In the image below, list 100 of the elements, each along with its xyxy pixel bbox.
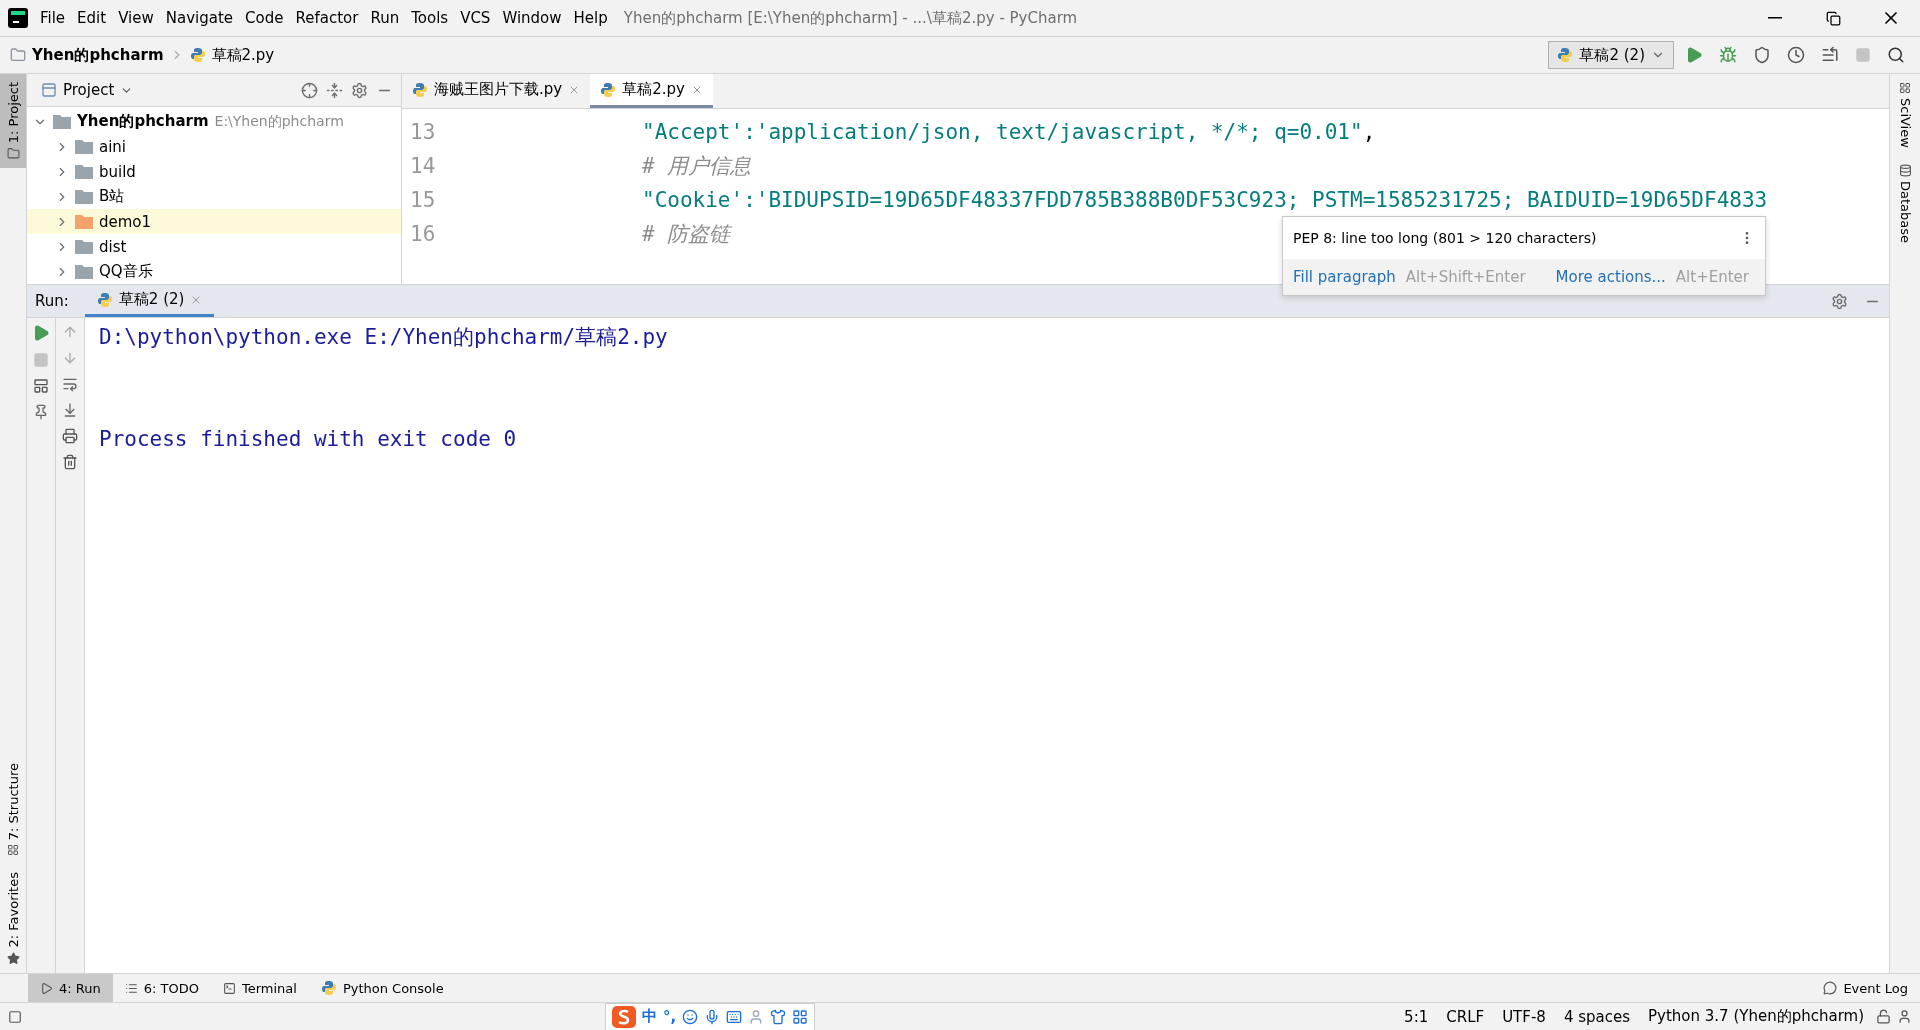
tool-window-tab[interactable]: 6: TODO bbox=[112, 974, 211, 1002]
folder-name: build bbox=[99, 162, 136, 181]
stop-icon bbox=[1855, 47, 1871, 63]
sciview-stripe-tab[interactable]: SciView bbox=[1892, 74, 1918, 156]
panel-icon bbox=[41, 82, 57, 98]
ime-mode-text[interactable]: 中 bbox=[641, 1007, 657, 1026]
menu-item[interactable]: Help bbox=[567, 9, 614, 27]
folder-name: dist bbox=[99, 237, 127, 256]
line-number: 13 bbox=[409, 120, 437, 144]
favorites-stripe-tab[interactable]: 2: Favorites bbox=[0, 864, 26, 973]
window-title: Yhen的phcharm [E:\Yhen的phcharm] - ...\草稿2.py - PyCharm bbox=[623, 8, 1078, 28]
run-label: Run: bbox=[35, 292, 69, 310]
app-logo-icon bbox=[8, 8, 28, 28]
menu-item[interactable]: Edit bbox=[71, 9, 113, 27]
shirt-icon[interactable] bbox=[770, 1008, 787, 1025]
menu-item[interactable]: Run bbox=[364, 9, 406, 27]
menu-item[interactable]: Navigate bbox=[159, 9, 240, 27]
structure-stripe-tab[interactable]: 7: Structure bbox=[0, 755, 26, 865]
status-item[interactable]: Python 3.7 (Yhen的phcharm) bbox=[1642, 1007, 1870, 1026]
tool-window-tab[interactable]: Python Console bbox=[308, 974, 456, 1002]
database-stripe-tab[interactable]: Database bbox=[1892, 155, 1918, 251]
python-file-icon bbox=[96, 291, 113, 308]
code-line: "Cookie':'BIDUPSID=19D65DF48337FDD785B388B0DF53C923; PSTM=1585231725; BAIDUID=19D65DF4833 bbox=[642, 188, 1768, 212]
bug-icon bbox=[1719, 46, 1737, 64]
collapse-icon[interactable] bbox=[326, 81, 343, 99]
tree-row[interactable]: aini bbox=[27, 134, 401, 159]
list-icon bbox=[124, 981, 138, 995]
line-number: 14 bbox=[409, 154, 437, 178]
run-config-dropdown[interactable]: 草稿2 (2) bbox=[1548, 41, 1674, 69]
scroll-to-end-icon[interactable] bbox=[62, 402, 78, 418]
soft-wrap-icon[interactable] bbox=[62, 376, 78, 392]
panel-toggle-icon[interactable] bbox=[8, 1009, 22, 1024]
grid-icon[interactable] bbox=[792, 1008, 809, 1025]
play-icon bbox=[1685, 46, 1703, 64]
search-icon bbox=[1887, 46, 1905, 64]
tree-row[interactable]: Yhen的phcharm E:\Yhen的phcharm bbox=[27, 109, 401, 134]
pin-icon[interactable] bbox=[33, 404, 49, 420]
tree-row[interactable]: QQ音乐 bbox=[27, 259, 401, 284]
locate-icon[interactable] bbox=[301, 81, 318, 99]
tree-row[interactable]: B站 bbox=[27, 184, 401, 209]
code-line: # 用户信息 bbox=[642, 153, 752, 180]
code-line: "Accept':'application/json, text/javascript, */*; q=0.01", bbox=[642, 120, 1376, 144]
python-file-icon bbox=[320, 980, 337, 996]
trash-icon[interactable] bbox=[62, 454, 78, 470]
breadcrumb-item[interactable]: 草稿2.py bbox=[211, 45, 275, 65]
menu-item[interactable]: Tools bbox=[405, 9, 455, 27]
smiley-icon[interactable] bbox=[682, 1008, 699, 1025]
shortcut-hint: Alt+Shift+Enter bbox=[1405, 268, 1526, 286]
event-log-button[interactable]: Event Log bbox=[1811, 974, 1920, 1002]
folder-name: QQ音乐 bbox=[99, 262, 153, 281]
code-line: # 防盗链 bbox=[642, 221, 731, 248]
folder-icon bbox=[6, 147, 20, 161]
database-icon bbox=[1898, 163, 1912, 177]
project-view-dropdown[interactable]: Project bbox=[35, 80, 140, 100]
editor-tab[interactable]: 草稿2.py bbox=[590, 74, 713, 108]
rerun-icon[interactable] bbox=[32, 324, 50, 342]
shield-icon bbox=[1753, 46, 1771, 64]
status-item[interactable]: CRLF bbox=[1440, 1007, 1491, 1026]
menu-item[interactable]: VCS bbox=[454, 9, 497, 27]
project-stripe-tab[interactable]: 1: Project bbox=[0, 74, 26, 169]
tooltip-action-link[interactable]: More actions... bbox=[1555, 268, 1666, 286]
menu-item[interactable]: Refactor bbox=[289, 9, 365, 27]
terminal-icon bbox=[222, 981, 236, 995]
editor-tab[interactable]: 海贼王图片下载.py bbox=[402, 74, 591, 108]
menu-item[interactable]: View bbox=[112, 9, 160, 27]
menu-item[interactable]: Code bbox=[239, 9, 290, 27]
settings-icon[interactable] bbox=[1831, 292, 1848, 310]
layout-icon[interactable] bbox=[33, 378, 49, 394]
settings-icon[interactable] bbox=[351, 81, 368, 99]
print-icon[interactable] bbox=[62, 428, 78, 444]
grid-icon bbox=[1899, 82, 1911, 94]
menu-item[interactable]: File bbox=[34, 9, 72, 27]
breadcrumb-item[interactable]: Yhen的phcharm bbox=[32, 45, 164, 65]
play-icon bbox=[40, 981, 53, 995]
folder-name: Yhen的phcharm bbox=[77, 112, 209, 131]
shortcut-hint: Alt+Enter bbox=[1675, 268, 1749, 286]
tool-window-tab[interactable]: Terminal bbox=[210, 974, 309, 1002]
line-number: 15 bbox=[409, 188, 437, 212]
folder-name: aini bbox=[99, 137, 127, 156]
tooltip-message: PEP 8: line too long (801 > 120 characters) bbox=[1293, 230, 1597, 246]
lock-icon[interactable] bbox=[1876, 1009, 1891, 1024]
grid-icon bbox=[7, 844, 19, 857]
keyboard-icon[interactable] bbox=[726, 1008, 743, 1025]
console-output-line: Process finished with exit code 0 bbox=[99, 426, 518, 453]
status-item[interactable]: 4 spaces bbox=[1557, 1007, 1636, 1026]
python-file-icon bbox=[1557, 47, 1574, 63]
tooltip-action-link[interactable]: Fill paragraph bbox=[1293, 268, 1396, 286]
tree-row[interactable]: build bbox=[27, 159, 401, 184]
python-file-icon bbox=[600, 81, 617, 98]
python-file-icon bbox=[189, 47, 206, 63]
tree-row[interactable]: dist bbox=[27, 234, 401, 259]
folder-name: B站 bbox=[99, 187, 125, 206]
tool-window-tab[interactable]: 4: Run bbox=[28, 974, 113, 1002]
folder-icon bbox=[10, 47, 26, 63]
tree-row[interactable]: demo1 bbox=[27, 209, 401, 234]
ime-mode-text[interactable]: °, bbox=[662, 1007, 677, 1026]
status-item[interactable]: UTF-8 bbox=[1496, 1007, 1552, 1026]
clock-icon bbox=[1787, 46, 1805, 64]
menu-item[interactable]: Window bbox=[496, 9, 568, 27]
status-item[interactable]: 5:1 bbox=[1398, 1007, 1435, 1026]
